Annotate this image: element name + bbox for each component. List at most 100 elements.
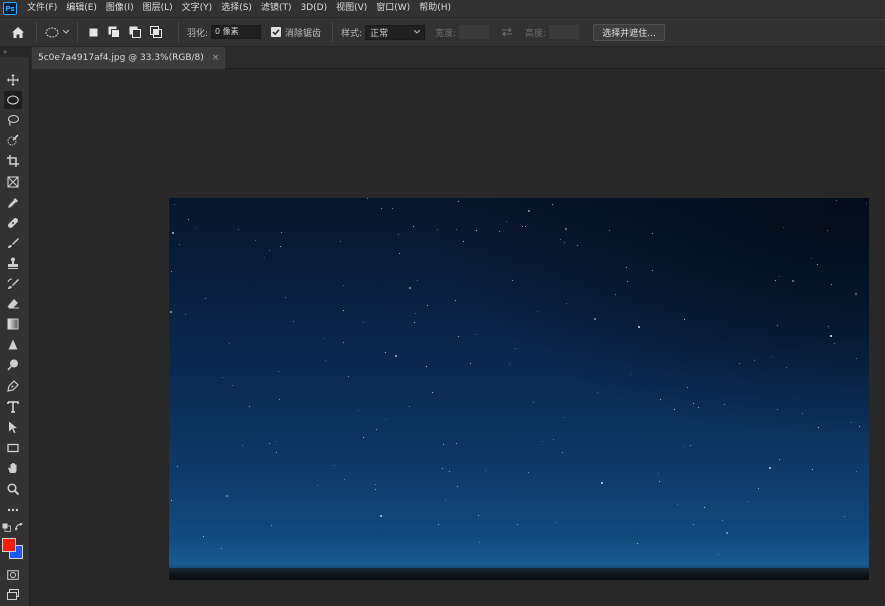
menu-select[interactable]: 选择(S) bbox=[217, 0, 256, 17]
star bbox=[340, 241, 341, 242]
star bbox=[626, 267, 627, 268]
star bbox=[358, 410, 359, 411]
star bbox=[456, 443, 457, 444]
menu-type[interactable]: 文字(Y) bbox=[178, 0, 217, 17]
clone-stamp-tool[interactable] bbox=[4, 254, 22, 272]
star bbox=[485, 470, 486, 471]
star bbox=[385, 352, 386, 353]
dodge-icon bbox=[7, 359, 18, 371]
document-tab[interactable]: 5c0e7a4917af4.jpg @ 33.3%(RGB/8) × bbox=[32, 47, 226, 69]
star bbox=[555, 522, 556, 523]
path-selection-icon bbox=[9, 421, 17, 433]
blur-tool[interactable] bbox=[4, 336, 22, 354]
subtract-from-selection-button[interactable] bbox=[128, 25, 142, 39]
hand-tool[interactable] bbox=[4, 459, 22, 477]
style-select[interactable]: 正常 bbox=[365, 24, 426, 40]
star bbox=[449, 471, 450, 472]
star bbox=[565, 228, 567, 230]
star bbox=[674, 409, 675, 410]
menu-view[interactable]: 视图(V) bbox=[332, 0, 371, 17]
eyedropper-icon bbox=[8, 198, 18, 208]
star bbox=[426, 366, 427, 367]
close-tab-icon[interactable]: × bbox=[212, 53, 220, 63]
brush-tool[interactable] bbox=[4, 234, 22, 252]
menu-layer[interactable]: 图层(L) bbox=[139, 0, 177, 17]
path-selection-tool[interactable] bbox=[4, 418, 22, 436]
horizon-silhouette bbox=[169, 568, 869, 580]
chevron-down-icon bbox=[414, 30, 421, 34]
healing-brush-tool[interactable] bbox=[4, 214, 22, 232]
gradient-tool[interactable] bbox=[4, 315, 22, 333]
type-tool[interactable] bbox=[4, 398, 22, 416]
antialias-checkbox[interactable] bbox=[271, 27, 282, 37]
new-selection-button[interactable] bbox=[86, 25, 100, 39]
star bbox=[856, 471, 857, 472]
intersect-selection-icon bbox=[150, 26, 162, 38]
document-canvas-image[interactable] bbox=[169, 198, 869, 580]
edit-toolbar-button[interactable] bbox=[4, 501, 22, 519]
star bbox=[577, 245, 578, 246]
more-icon bbox=[7, 508, 19, 512]
crop-tool[interactable] bbox=[4, 152, 22, 170]
swap-colors-icon[interactable] bbox=[15, 523, 24, 532]
menu-file[interactable]: 文件(F) bbox=[23, 0, 61, 17]
star bbox=[363, 322, 364, 323]
stamp-icon bbox=[8, 257, 18, 269]
star bbox=[343, 310, 344, 311]
star bbox=[229, 343, 230, 344]
star bbox=[255, 240, 256, 241]
home-button[interactable] bbox=[8, 22, 28, 42]
menu-filter[interactable]: 滤镜(T) bbox=[257, 0, 296, 17]
foreground-color-swatch[interactable] bbox=[2, 538, 16, 552]
star bbox=[432, 392, 433, 393]
options-bar: 羽化: 0 像素 消除锯齿 样式: 正常 宽度: 高度: 选择并遮住... bbox=[0, 17, 885, 47]
default-colors-icon[interactable] bbox=[2, 523, 11, 532]
star bbox=[658, 473, 659, 474]
star bbox=[533, 402, 534, 403]
dodge-tool[interactable] bbox=[4, 356, 22, 374]
tool-preset-picker[interactable] bbox=[45, 27, 69, 38]
star bbox=[786, 367, 787, 368]
star bbox=[562, 452, 563, 453]
frame-tool[interactable] bbox=[4, 173, 22, 191]
lasso-tool[interactable] bbox=[4, 111, 22, 129]
add-to-selection-button[interactable] bbox=[107, 25, 121, 39]
menu-help[interactable]: 帮助(H) bbox=[415, 0, 455, 17]
star bbox=[638, 326, 640, 328]
star bbox=[566, 303, 567, 304]
rectangle-tool[interactable] bbox=[4, 439, 22, 457]
star bbox=[415, 313, 416, 314]
star bbox=[179, 244, 180, 245]
star bbox=[775, 280, 776, 281]
separator bbox=[77, 22, 78, 42]
star bbox=[722, 520, 723, 521]
feather-input[interactable]: 0 像素 bbox=[211, 25, 262, 39]
star bbox=[601, 482, 603, 484]
intersect-selection-button[interactable] bbox=[149, 25, 163, 39]
move-tool[interactable] bbox=[4, 71, 22, 89]
eyedropper-tool[interactable] bbox=[4, 194, 22, 212]
star bbox=[271, 525, 272, 526]
quick-selection-tool[interactable] bbox=[4, 131, 22, 149]
menu-edit[interactable]: 编辑(E) bbox=[62, 0, 101, 17]
menu-3d[interactable]: 3D(D) bbox=[296, 0, 331, 17]
star bbox=[375, 489, 376, 490]
chevron-down-icon bbox=[63, 30, 69, 34]
history-brush-tool[interactable] bbox=[4, 275, 22, 293]
select-and-mask-button[interactable]: 选择并遮住... bbox=[593, 23, 665, 41]
quick-mask-button[interactable] bbox=[4, 566, 22, 584]
menu-image[interactable]: 图像(I) bbox=[102, 0, 138, 17]
toolbar-collapse-icon[interactable]: » bbox=[0, 47, 30, 57]
star bbox=[280, 246, 281, 247]
screen-mode-button[interactable] bbox=[4, 586, 22, 604]
tools-panel bbox=[0, 57, 30, 606]
menu-window[interactable]: 窗口(W) bbox=[372, 0, 414, 17]
eraser-icon bbox=[7, 299, 19, 309]
screen-mode-icon bbox=[7, 589, 19, 600]
pen-tool[interactable] bbox=[4, 377, 22, 395]
star bbox=[772, 356, 773, 357]
star bbox=[177, 466, 178, 467]
elliptical-marquee-tool[interactable] bbox=[4, 91, 22, 109]
eraser-tool[interactable] bbox=[4, 295, 22, 313]
zoom-tool[interactable] bbox=[4, 480, 22, 498]
